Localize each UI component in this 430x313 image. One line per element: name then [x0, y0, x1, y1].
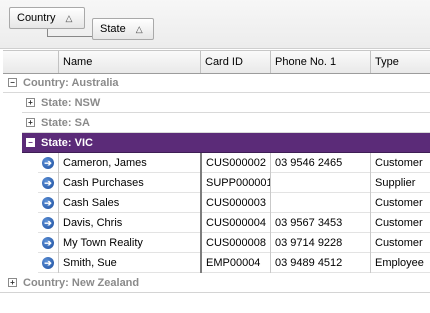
group-label: Country: Australia	[23, 77, 119, 89]
sort-triangle-icon[interactable]: △	[136, 24, 143, 35]
column-header-type[interactable]: Type	[370, 51, 430, 73]
column-header-name[interactable]: Name	[58, 51, 200, 73]
group-connector-line	[47, 28, 93, 37]
cell-phone: 03 9546 2465	[270, 153, 370, 173]
row-arrow-icon[interactable]: ➔	[42, 157, 54, 169]
group-label: State: VIC	[41, 137, 93, 149]
expand-icon[interactable]: +	[26, 118, 35, 127]
cell-card-id: SUPP000001	[200, 173, 270, 193]
cell-phone: 03 9567 3453	[270, 213, 370, 233]
group-chip-label: State	[100, 23, 126, 35]
group-by-panel: Country △ State △	[0, 0, 430, 49]
expand-icon[interactable]: +	[8, 278, 17, 287]
row-arrow-icon[interactable]: ➔	[42, 217, 54, 229]
cell-name: Davis, Chris	[58, 213, 200, 233]
cell-phone	[270, 173, 370, 193]
group-row-sa[interactable]: + State: SA	[22, 113, 430, 133]
column-header-label: Phone No. 1	[275, 56, 337, 68]
column-header-card-id[interactable]: Card ID	[200, 51, 270, 73]
group-label: State: NSW	[41, 97, 101, 109]
cell-name: My Town Reality	[58, 233, 200, 253]
cell-name: Cash Purchases	[58, 173, 200, 193]
group-row-new-zealand[interactable]: + Country: New Zealand	[3, 273, 430, 293]
column-header-label: Card ID	[205, 56, 243, 68]
group-label: State: SA	[41, 117, 90, 129]
table-row[interactable]: ➔ My Town Reality CUS000008 03 9714 9228…	[38, 233, 430, 253]
collapse-icon[interactable]: −	[8, 78, 17, 87]
cell-phone	[270, 193, 370, 213]
column-header-label: Type	[375, 56, 399, 68]
expand-icon[interactable]: +	[26, 98, 35, 107]
cell-type: Supplier	[370, 173, 430, 193]
group-row-nsw[interactable]: + State: NSW	[22, 93, 430, 113]
cell-card-id: EMP00004	[200, 253, 270, 273]
collapse-icon[interactable]: −	[26, 138, 35, 147]
table-row[interactable]: ➔ Cash Purchases SUPP000001 Supplier	[38, 173, 430, 193]
group-chip-country[interactable]: Country △	[9, 7, 85, 29]
column-header-label: Name	[63, 56, 93, 68]
cell-type: Employee	[370, 253, 430, 273]
group-row-vic[interactable]: − State: VIC	[22, 133, 430, 153]
row-arrow-icon[interactable]: ➔	[42, 257, 54, 269]
table-row[interactable]: ➔ Smith, Sue EMP00004 03 9489 4512 Emplo…	[38, 253, 430, 273]
cell-card-id: CUS000003	[200, 193, 270, 213]
cell-type: Customer	[370, 193, 430, 213]
row-arrow-icon[interactable]: ➔	[42, 177, 54, 189]
row-arrow-icon[interactable]: ➔	[42, 237, 54, 249]
cell-type: Customer	[370, 233, 430, 253]
row-arrow-icon[interactable]: ➔	[42, 197, 54, 209]
cell-card-id: CUS000004	[200, 213, 270, 233]
table-row[interactable]: ➔ Cameron, James CUS000002 03 9546 2465 …	[38, 153, 430, 173]
table-row[interactable]: ➔ Cash Sales CUS000003 Customer	[38, 193, 430, 213]
group-chip-label: Country	[17, 12, 56, 24]
group-label: Country: New Zealand	[23, 277, 140, 289]
cell-card-id: CUS000008	[200, 233, 270, 253]
table-row[interactable]: ➔ Davis, Chris CUS000004 03 9567 3453 Cu…	[38, 213, 430, 233]
group-chip-state[interactable]: State △	[92, 18, 154, 40]
sort-triangle-icon[interactable]: △	[66, 13, 73, 24]
cell-phone: 03 9489 4512	[270, 253, 370, 273]
cell-type: Customer	[370, 213, 430, 233]
cell-phone: 03 9714 9228	[270, 233, 370, 253]
group-row-australia[interactable]: − Country: Australia	[3, 73, 430, 93]
column-header-phone[interactable]: Phone No. 1	[270, 51, 370, 73]
grid-bottom-divider	[0, 292, 430, 293]
cell-type: Customer	[370, 153, 430, 173]
cell-name: Smith, Sue	[58, 253, 200, 273]
cell-name: Cash Sales	[58, 193, 200, 213]
cell-card-id: CUS000002	[200, 153, 270, 173]
cell-name: Cameron, James	[58, 153, 200, 173]
grid-header: Name Card ID Phone No. 1 Type	[3, 50, 430, 74]
